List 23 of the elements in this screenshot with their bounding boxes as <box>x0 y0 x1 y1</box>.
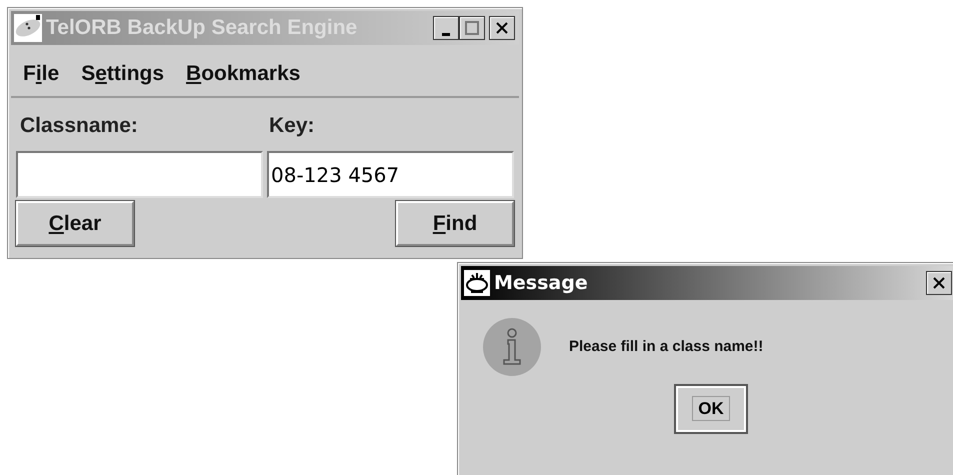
ok-button[interactable]: OK <box>676 386 746 432</box>
maximize-button[interactable] <box>459 16 485 40</box>
text-field[interactable] <box>16 151 263 198</box>
close-button[interactable] <box>489 16 515 40</box>
message-text: Please fill in a class name!! <box>569 336 764 357</box>
text-field[interactable]: 08-123 4567 <box>267 151 514 198</box>
info-icon <box>483 318 541 376</box>
minimize-button[interactable] <box>433 16 459 40</box>
menu-item[interactable]: Bookmarks <box>186 58 300 90</box>
app-icon <box>464 270 490 296</box>
field-label: Key: <box>268 112 316 138</box>
find-button[interactable]: Find <box>396 201 514 246</box>
menu-item[interactable]: Settings <box>81 58 164 90</box>
window-title: Message <box>494 270 588 296</box>
field-label: Classname: <box>19 112 139 138</box>
app-icon <box>14 14 42 42</box>
close-icon <box>495 21 509 35</box>
maximize-icon <box>465 21 479 35</box>
clear-button[interactable]: Clear <box>16 201 134 246</box>
menu-item[interactable]: File <box>23 58 60 90</box>
minimize-icon <box>442 32 450 36</box>
close-button[interactable] <box>926 271 952 295</box>
close-icon <box>932 276 946 290</box>
